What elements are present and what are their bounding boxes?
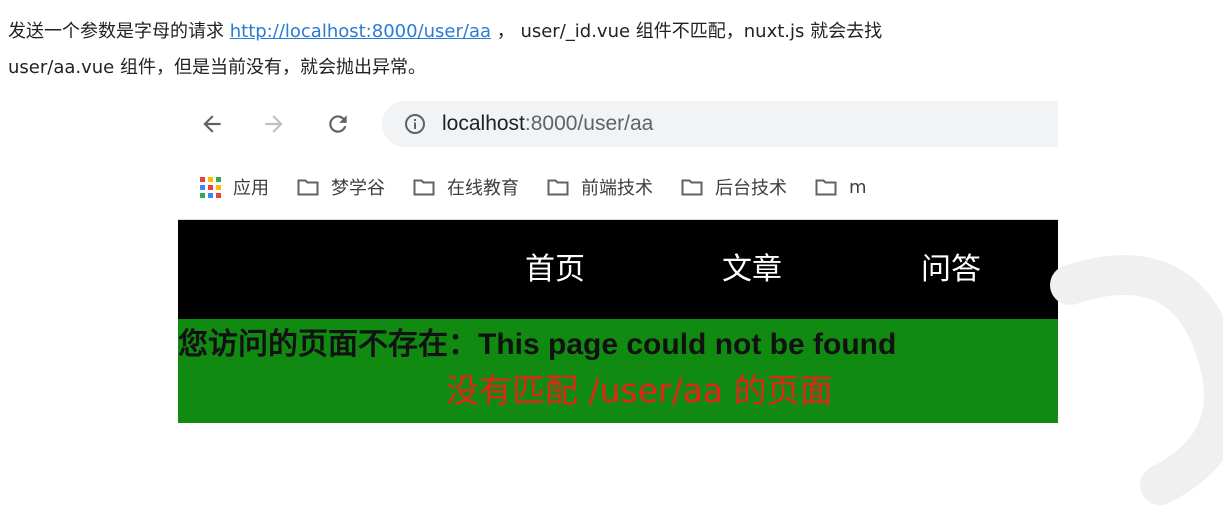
error-message: 没有匹配 /user/aa 的页面 — [446, 371, 833, 410]
folder-icon — [297, 178, 319, 196]
watermark-arc — [1050, 255, 1223, 505]
nav-link-qa[interactable]: 问答 — [921, 220, 981, 319]
address-bar[interactable]: localhost:8000/user/aa — [382, 101, 1058, 147]
url-host: localhost — [442, 112, 525, 135]
nav-link-home[interactable]: 首页 — [525, 220, 585, 319]
folder-icon — [413, 178, 435, 196]
nav-link-articles[interactable]: 文章 — [722, 220, 782, 319]
article-line-2: user/aa.vue 组件，但是当前没有，就会抛出异常。 — [8, 57, 426, 78]
folder-icon — [815, 178, 837, 196]
error-panel: 您访问的页面不存在：This page could not be found 没… — [178, 319, 1058, 423]
bookmarks-bar: 应用 梦学谷 在线教育 前端技术 后台技术 m — [178, 164, 1058, 210]
article-line-1-prefix: 发送一个参数是字母的请求 — [8, 21, 230, 42]
article-line-1: 发送一个参数是字母的请求 http://localhost:8000/user/… — [8, 14, 1208, 50]
folder-icon — [547, 178, 569, 196]
forward-arrow-icon[interactable] — [252, 102, 296, 146]
bookmark-label: 应用 — [233, 178, 269, 199]
bookmark-label: 后台技术 — [715, 178, 787, 199]
article-text: 发送一个参数是字母的请求 http://localhost:8000/user/… — [8, 14, 1208, 86]
bookmark-label: m — [849, 176, 867, 198]
bookmark-apps[interactable]: 应用 — [200, 174, 269, 200]
apps-grid-icon — [200, 176, 221, 198]
browser-screenshot: localhost:8000/user/aa 应用 梦学谷 在线教育 前端技术 — [178, 92, 1058, 423]
folder-icon — [681, 178, 703, 196]
error-title: 您访问的页面不存在：This page could not be found — [178, 328, 897, 361]
localhost-link[interactable]: http://localhost:8000/user/aa — [230, 21, 491, 42]
back-arrow-icon[interactable] — [190, 102, 234, 146]
bookmark-folder[interactable]: 梦学谷 — [297, 174, 385, 200]
article-line-1-suffix: ， user/_id.vue 组件不匹配，nuxt.js 就会去找 — [491, 21, 883, 42]
bookmark-folder[interactable]: m — [815, 177, 867, 198]
info-icon[interactable] — [402, 111, 428, 137]
url-text: localhost:8000/user/aa — [442, 112, 653, 136]
bookmark-label: 梦学谷 — [331, 178, 385, 199]
url-path: :8000/user/aa — [524, 112, 654, 135]
site-nav: 首页 文章 问答 — [178, 220, 1058, 319]
reload-icon[interactable] — [316, 102, 360, 146]
bookmark-folder[interactable]: 在线教育 — [413, 174, 519, 200]
bookmark-label: 前端技术 — [581, 178, 653, 199]
bookmark-folder[interactable]: 前端技术 — [547, 174, 653, 200]
bookmark-folder[interactable]: 后台技术 — [681, 174, 787, 200]
bookmark-label: 在线教育 — [447, 178, 519, 199]
browser-toolbar: localhost:8000/user/aa — [178, 92, 1058, 156]
